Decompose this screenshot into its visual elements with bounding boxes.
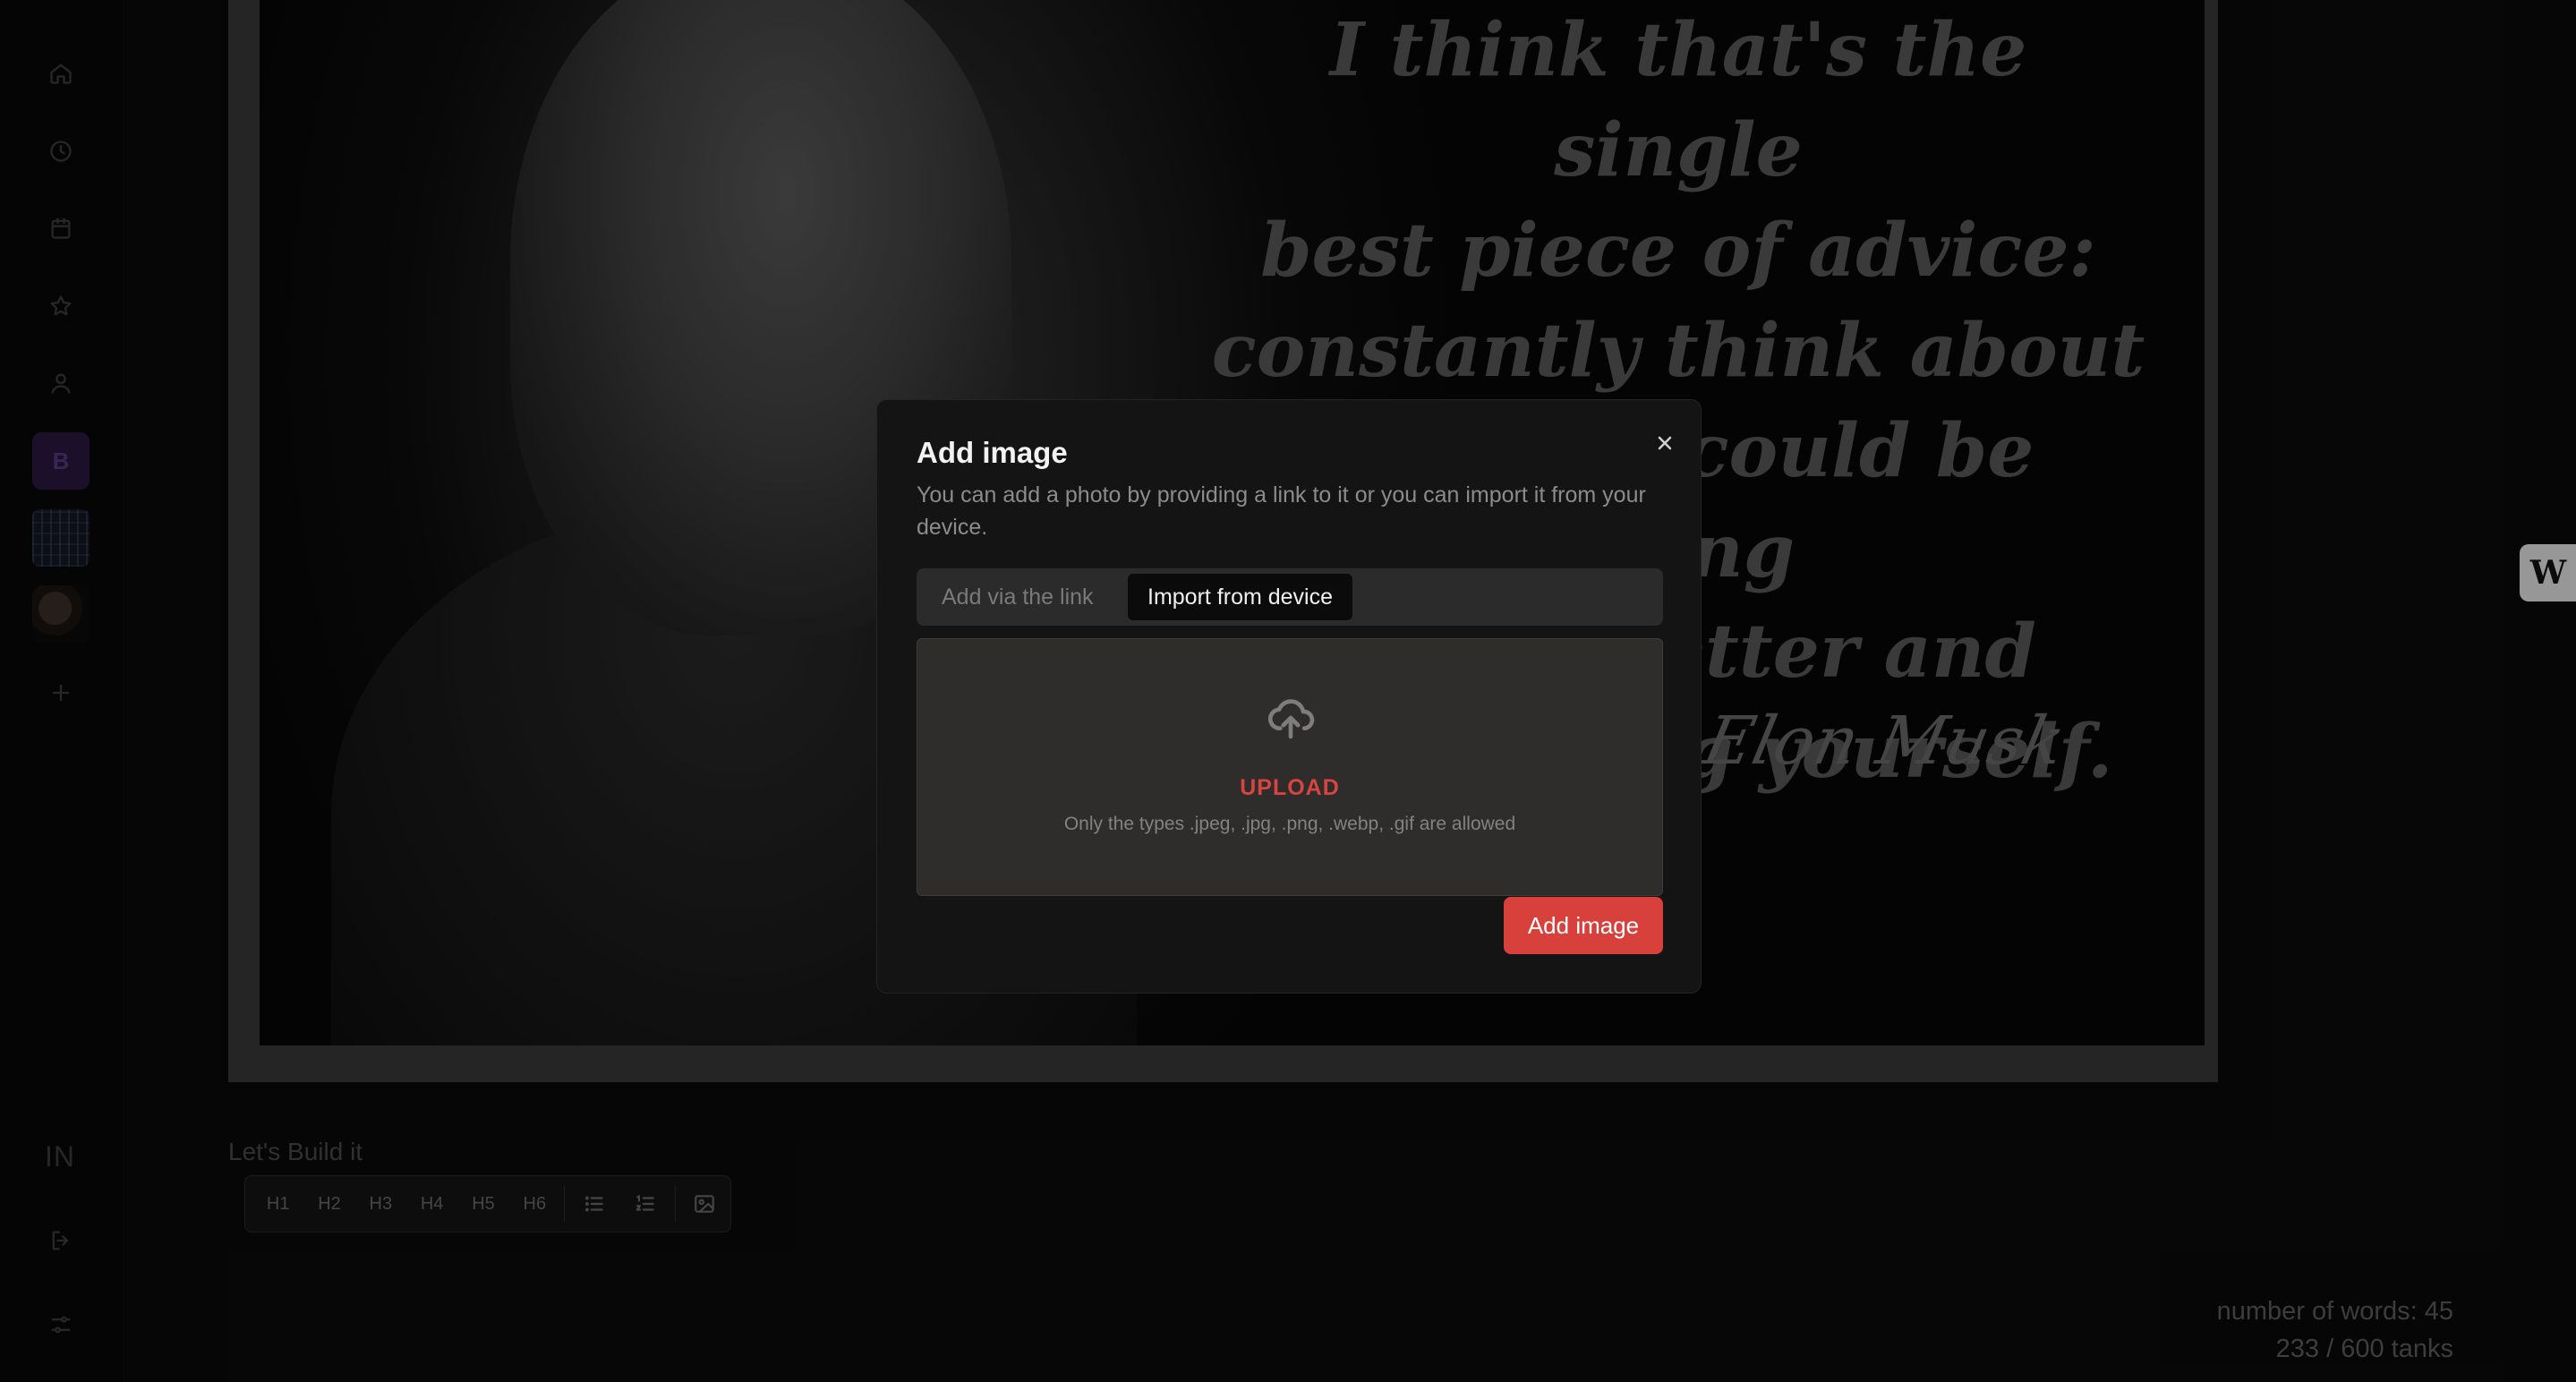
dialog-title: Add image — [917, 436, 1068, 469]
tab-add-via-link[interactable]: Add via the link — [922, 574, 1113, 620]
upload-file-types-hint: Only the types .jpeg, .jpg, .png, .webp,… — [1063, 814, 1516, 834]
add-image-dialog: Add image You can add a photo by providi… — [876, 399, 1702, 994]
add-image-button[interactable]: Add image — [1504, 897, 1663, 954]
upload-dropzone[interactable]: UPLOAD Only the types .jpeg, .jpg, .png,… — [917, 638, 1663, 896]
upload-label: UPLOAD — [1240, 775, 1340, 800]
close-icon — [1658, 436, 1672, 450]
cloud-upload-icon — [1266, 693, 1316, 743]
close-dialog-button[interactable] — [1649, 427, 1681, 459]
dialog-description: You can add a photo by providing a link … — [917, 482, 1646, 540]
image-source-tabs: Add via the link Import from device — [917, 568, 1663, 626]
tab-import-from-device[interactable]: Import from device — [1128, 574, 1353, 620]
